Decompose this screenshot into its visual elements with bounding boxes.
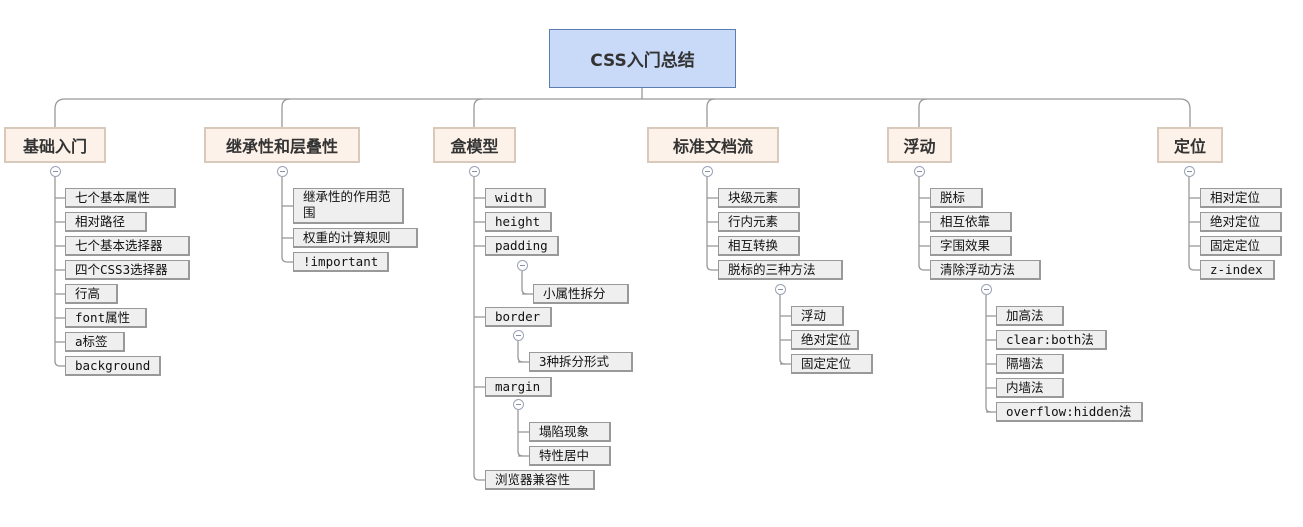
sub-spine [517, 410, 524, 457]
collapse-toggle-icon[interactable] [1183, 165, 1195, 177]
branch-node[interactable]: 继承性和层叠性 [204, 127, 360, 163]
child-node[interactable]: 继承性的作用范围 [293, 188, 404, 224]
branch-drop [706, 98, 716, 127]
branch-node[interactable]: 浮动 [887, 127, 952, 163]
child-node[interactable]: background [65, 356, 161, 376]
branch-spine [706, 177, 713, 271]
sub-spine [985, 295, 992, 413]
branch-drop [473, 98, 483, 127]
collapse-toggle-icon[interactable] [701, 165, 713, 177]
collapse-toggle-icon[interactable] [774, 283, 786, 295]
grandchild-node[interactable]: 隔墙法 [996, 354, 1064, 374]
grandchild-node[interactable]: clear:both法 [996, 330, 1107, 350]
collapse-toggle-icon[interactable] [516, 259, 528, 271]
child-node[interactable]: 字围效果 [930, 236, 1012, 256]
collapse-toggle-icon[interactable] [913, 165, 925, 177]
collapse-toggle-icon[interactable] [276, 165, 288, 177]
grandchild-node[interactable]: 浮动 [791, 306, 844, 326]
child-node[interactable]: margin [485, 377, 552, 397]
grandchild-node[interactable]: overflow:hidden法 [996, 402, 1143, 422]
grandchild-node[interactable]: 小属性拆分 [533, 284, 629, 304]
child-node[interactable]: height [485, 212, 552, 232]
branch-spine [54, 177, 61, 367]
child-node[interactable]: 脱标 [930, 188, 983, 208]
sub-spine [521, 271, 528, 295]
root-node[interactable]: CSS入门总结 [549, 29, 736, 88]
child-node[interactable]: font属性 [65, 308, 147, 328]
child-node[interactable]: 权重的计算规则 [293, 228, 418, 248]
collapse-toggle-icon[interactable] [512, 329, 524, 341]
collapse-toggle-icon[interactable] [49, 165, 61, 177]
child-node[interactable]: 行高 [65, 284, 118, 304]
branch-node[interactable]: 标准文档流 [647, 127, 779, 163]
child-node[interactable]: padding [485, 236, 559, 256]
mind-map-canvas: CSS入门总结 基础入门七个基本属性 相对路径七个基本选择器 四个CSS3选择器 行高… [0, 0, 1303, 527]
sub-spine [779, 295, 786, 365]
branch-drop [918, 98, 928, 127]
branch-node[interactable]: 基础入门 [4, 127, 106, 163]
child-node[interactable]: 四个CSS3选择器 [65, 260, 190, 280]
collapse-toggle-icon[interactable] [512, 398, 524, 410]
branch-node[interactable]: 盒模型 [433, 127, 516, 163]
grandchild-node[interactable]: 内墙法 [996, 378, 1064, 398]
grandchild-node[interactable]: 塌陷现象 [529, 422, 611, 442]
child-node[interactable]: 七个基本选择器 [65, 236, 190, 256]
top-bus [54, 98, 1191, 127]
child-node[interactable]: 清除浮动方法 [930, 260, 1041, 280]
child-node[interactable]: 相对定位 [1200, 188, 1282, 208]
grandchild-node[interactable]: 绝对定位 [791, 330, 859, 350]
child-node[interactable]: 七个基本属性 [65, 188, 176, 208]
child-node[interactable]: border [485, 307, 552, 327]
child-node[interactable]: z-index [1200, 260, 1275, 280]
child-node[interactable]: 块级元素 [718, 188, 800, 208]
child-node[interactable]: 浏览器兼容性 [485, 470, 595, 490]
child-node[interactable]: 相对路径 [65, 212, 147, 232]
branch-node[interactable]: 定位 [1157, 127, 1223, 163]
collapse-toggle-icon[interactable] [468, 165, 480, 177]
grandchild-node[interactable]: 特性居中 [529, 446, 611, 466]
sub-spine [517, 341, 524, 363]
child-node[interactable]: 行内元素 [718, 212, 800, 232]
collapse-toggle-icon[interactable] [980, 283, 992, 295]
grandchild-node[interactable]: 固定定位 [791, 354, 873, 374]
child-node[interactable]: width [485, 188, 546, 208]
branch-spine [281, 177, 288, 263]
branch-spine [918, 177, 925, 271]
grandchild-node[interactable]: 加高法 [996, 306, 1064, 326]
child-node[interactable]: 相互依靠 [930, 212, 1012, 232]
child-node[interactable]: 绝对定位 [1200, 212, 1282, 232]
child-node[interactable]: a标签 [65, 332, 125, 352]
child-node[interactable]: 固定定位 [1200, 236, 1282, 256]
child-node[interactable]: 相互转换 [718, 236, 800, 256]
branch-drop [281, 98, 291, 127]
branch-spine [1188, 177, 1195, 271]
grandchild-node[interactable]: 3种拆分形式 [529, 352, 633, 372]
child-node[interactable]: 脱标的三种方法 [718, 260, 843, 280]
child-node[interactable]: !important [293, 252, 389, 272]
